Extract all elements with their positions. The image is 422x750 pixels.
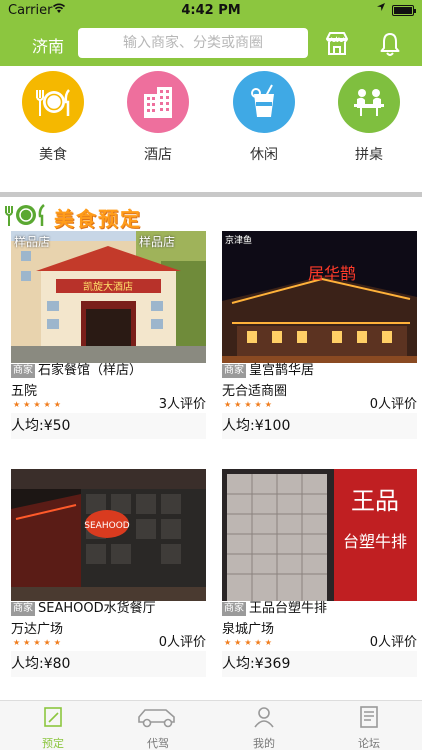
- tab-profile[interactable]: 我的: [234, 705, 294, 750]
- hotel-sign: 凯旋大酒店: [83, 280, 133, 293]
- merchant-tag: 商家: [222, 602, 246, 616]
- review-count: 0人评价: [158, 635, 206, 650]
- rating-stars: ★★★★★: [13, 400, 64, 409]
- photo-caption: 京津鱼: [225, 236, 253, 246]
- average-price: 人均:¥50: [11, 413, 206, 439]
- search-input[interactable]: 输入商家、分类或商圈: [78, 28, 308, 58]
- dining-icon: [2, 202, 50, 232]
- merchant-tag: 商家: [222, 364, 246, 378]
- app-screen: Carrier 4:42 PM 济南 输入商家、分类或商圈 美食 酒店 休闲 拼…: [0, 0, 422, 750]
- restaurant-card[interactable]: 王品 台塑牛排 商家 王品台塑牛排 泉城广场 ★★★★★ 0人评价 人均:¥369: [222, 469, 417, 677]
- restaurant-card[interactable]: 凯旋大酒店 样品店 样品店 商家 石家餐馆（样店） 五院 ★★★★★ 3人评价 人…: [11, 231, 206, 439]
- restaurant-name: 皇宫鹊华居: [249, 363, 315, 378]
- section-divider: [0, 192, 422, 197]
- category-leisure[interactable]: 休闲: [224, 71, 304, 164]
- review-count: 0人评价: [369, 635, 417, 650]
- tab-driver[interactable]: 代驾: [128, 705, 188, 750]
- tab-label: 我的: [253, 737, 275, 750]
- store-icon[interactable]: [323, 30, 351, 58]
- tab-booking[interactable]: 预定: [23, 705, 83, 750]
- rating-stars: ★★★★★: [224, 400, 275, 409]
- category-label: 酒店: [144, 147, 172, 163]
- restaurant-name: 石家餐馆（样店）: [38, 363, 143, 378]
- forum-icon: [357, 706, 381, 733]
- restaurant-area: 无合适商圈: [222, 384, 288, 399]
- card-title-row: 商家 SEAHOOD水货餐厅: [11, 601, 206, 617]
- section-title: 美食预定: [54, 207, 142, 231]
- category-label: 拼桌: [355, 147, 383, 163]
- restaurant-area: 泉城广场: [222, 622, 275, 637]
- merchant-tag: 商家: [11, 602, 35, 616]
- restaurant-name: SEAHOOD水货餐厅: [38, 601, 156, 616]
- tab-label: 预定: [42, 737, 64, 750]
- category-shared-table[interactable]: 拼桌: [329, 71, 409, 164]
- card-title-row: 商家 皇宫鹊华居: [222, 363, 417, 379]
- average-price: 人均:¥80: [11, 651, 206, 677]
- tab-label: 论坛: [358, 737, 380, 750]
- category-label: 美食: [39, 147, 67, 163]
- card-title-row: 商家 王品台塑牛排: [222, 601, 417, 617]
- battery-icon: [392, 5, 416, 16]
- review-count: 3人评价: [158, 397, 206, 412]
- category-label: 休闲: [250, 147, 278, 163]
- neon-sign: SEAHOOD: [84, 521, 129, 531]
- restaurant-card[interactable]: SEAHOOD 商家 SEAHOOD水货餐厅 万达广场 ★★★★★ 0人评价 人均…: [11, 469, 206, 677]
- restaurant-area: 五院: [11, 384, 38, 399]
- car-icon: [136, 709, 180, 733]
- hotel-icon: [127, 71, 189, 133]
- photo-caption: 样品店: [14, 235, 51, 249]
- average-price: 人均:¥100: [222, 413, 417, 439]
- restaurant-name: 王品台塑牛排: [249, 601, 328, 616]
- review-count: 0人评价: [369, 397, 417, 412]
- merchant-tag: 商家: [11, 364, 35, 378]
- restaurant-card[interactable]: 居华鹊 京津鱼 商家 皇宫鹊华居 无合适商圈 ★★★★★ 0人评价 人均:¥100: [222, 231, 417, 439]
- tab-forum[interactable]: 论坛: [339, 705, 399, 750]
- category-hotel[interactable]: 酒店: [118, 71, 198, 164]
- user-icon: [252, 707, 276, 733]
- restaurant-photo: 王品 台塑牛排: [222, 469, 417, 601]
- neon-sign: 居华鹊: [308, 264, 356, 283]
- nav-bar: 济南 输入商家、分类或商圈: [0, 22, 422, 66]
- dining-icon: [22, 71, 84, 133]
- drink-icon: [233, 71, 295, 133]
- photo-caption: 样品店: [139, 235, 176, 249]
- city-selector[interactable]: 济南: [32, 33, 64, 57]
- rating-stars: ★★★★★: [224, 638, 275, 647]
- bell-icon[interactable]: [376, 30, 404, 58]
- brand-sub-sign: 台塑牛排: [343, 532, 407, 551]
- restaurant-photo: 凯旋大酒店 样品店 样品店: [11, 231, 206, 363]
- rating-stars: ★★★★★: [13, 638, 64, 647]
- category-food[interactable]: 美食: [13, 71, 93, 164]
- brand-sign: 王品: [351, 487, 399, 515]
- tab-bar: 预定 代驾 我的 论坛: [0, 700, 422, 750]
- card-title-row: 商家 石家餐馆（样店）: [11, 363, 206, 379]
- location-arrow-icon: [376, 2, 386, 15]
- clock: 4:42 PM: [181, 3, 241, 18]
- category-row: 美食 酒店 休闲 拼桌: [0, 66, 422, 192]
- restaurant-photo: 居华鹊 京津鱼: [222, 231, 417, 363]
- tab-label: 代驾: [147, 737, 169, 750]
- book-icon: [41, 707, 65, 733]
- restaurant-photo: SEAHOOD: [11, 469, 206, 601]
- restaurant-area: 万达广场: [11, 622, 64, 637]
- shared-table-icon: [338, 71, 400, 133]
- average-price: 人均:¥369: [222, 651, 417, 677]
- status-bar: Carrier 4:42 PM: [0, 0, 422, 22]
- section-banner: 美食预定: [2, 200, 162, 232]
